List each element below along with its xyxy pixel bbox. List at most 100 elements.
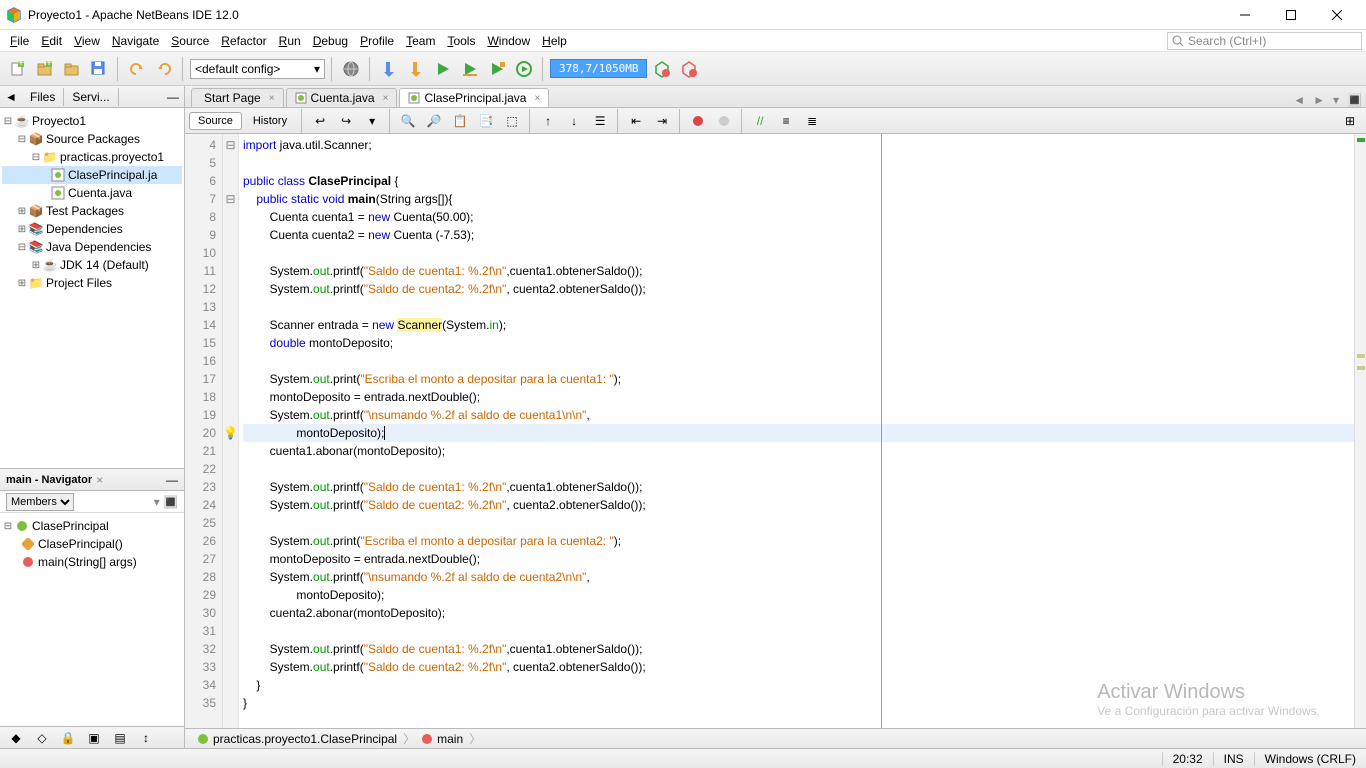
ed-btn-10[interactable]: ↓ (562, 109, 586, 133)
browser-button[interactable] (339, 57, 363, 81)
run-file-button[interactable] (512, 57, 536, 81)
menu-debug[interactable]: Debug (307, 32, 354, 50)
ed-btn-comment[interactable]: // (748, 109, 772, 133)
tree-dependencies[interactable]: ⊞📚Dependencies (2, 220, 182, 238)
clean-build-button[interactable] (404, 57, 428, 81)
build-button[interactable] (377, 57, 401, 81)
menu-help[interactable]: Help (536, 32, 573, 50)
gc-button-2[interactable] (677, 57, 701, 81)
ed-btn-5[interactable]: 🔎 (422, 109, 446, 133)
ed-btn-6[interactable]: 📋 (448, 109, 472, 133)
editor-tab[interactable]: Cuenta.java× (286, 88, 398, 107)
maximize-button[interactable] (1268, 0, 1314, 30)
tree-source-packages[interactable]: ⊟📦Source Packages (2, 130, 182, 148)
tree-package[interactable]: ⊟📁practicas.proyecto1 (2, 148, 182, 166)
profile-button[interactable] (485, 57, 509, 81)
editor-tab[interactable]: ClasePrincipal.java× (399, 88, 549, 107)
open-project-button[interactable] (60, 57, 84, 81)
nav-method-main[interactable]: main(String[] args) (2, 553, 182, 571)
ed-btn-12[interactable]: ⇤ (624, 109, 648, 133)
search-input[interactable]: Search (Ctrl+I) (1167, 32, 1362, 50)
menu-navigate[interactable]: Navigate (106, 32, 165, 50)
code-editor[interactable]: 4567891011121314151617181920212223242526… (185, 134, 1366, 728)
run-button[interactable] (431, 57, 455, 81)
tab-prev[interactable]: ◄ (1289, 93, 1309, 107)
ed-btn-record[interactable] (686, 109, 710, 133)
redo-button[interactable] (152, 57, 176, 81)
projects-tree[interactable]: ⊟☕Proyecto1 ⊟📦Source Packages ⊟📁practica… (0, 108, 184, 468)
filter-2[interactable]: ◇ (30, 726, 54, 750)
line-numbers[interactable]: 4567891011121314151617181920212223242526… (185, 134, 223, 728)
status-encoding[interactable]: Windows (CRLF) (1254, 752, 1366, 766)
status-ins[interactable]: INS (1213, 752, 1254, 766)
filter-5[interactable]: ▤ (108, 726, 132, 750)
fold-gutter[interactable]: ⊟ ⊟ 💡 (223, 134, 239, 728)
debug-button[interactable] (458, 57, 482, 81)
ed-btn-play[interactable] (712, 109, 736, 133)
menu-team[interactable]: Team (400, 32, 441, 50)
ed-btn-11[interactable]: ☰ (588, 109, 612, 133)
ed-btn-9[interactable]: ↑ (536, 109, 560, 133)
new-project-button[interactable]: + (33, 57, 57, 81)
gc-button[interactable] (650, 57, 674, 81)
panel-scroll-left[interactable]: ◄ (0, 90, 22, 104)
config-dropdown[interactable]: <default config>▾ (190, 59, 325, 79)
ed-btn-7[interactable]: 📑 (474, 109, 498, 133)
filter-1[interactable]: ◆ (4, 726, 28, 750)
ed-btn-format[interactable]: ≣ (800, 109, 824, 133)
ed-btn-uncomment[interactable]: ≡ (774, 109, 798, 133)
close-tab-icon[interactable]: × (534, 93, 540, 104)
tab-maximize[interactable]: 🔳 (1343, 93, 1366, 107)
navigator-tree[interactable]: ⊟ClasePrincipal ClasePrincipal() main(St… (0, 513, 184, 726)
tab-list[interactable]: ▾ (1329, 93, 1343, 107)
filter-4[interactable]: ▣ (82, 726, 106, 750)
ed-btn-8[interactable]: ⬚ (500, 109, 524, 133)
menu-tools[interactable]: Tools (441, 32, 481, 50)
services-tab[interactable]: Servi... (64, 88, 118, 106)
nav-constructor[interactable]: ClasePrincipal() (2, 535, 182, 553)
history-view-button[interactable]: History (244, 112, 296, 130)
ed-btn-13[interactable]: ⇥ (650, 109, 674, 133)
menu-refactor[interactable]: Refactor (215, 32, 272, 50)
close-button[interactable] (1314, 0, 1360, 30)
new-file-button[interactable]: + (6, 57, 30, 81)
breadcrumb-class[interactable]: practicas.proyecto1.ClasePrincipal (191, 732, 403, 746)
editor-tab[interactable]: Start Page× (191, 88, 284, 107)
ed-btn-2[interactable]: ↪ (334, 109, 358, 133)
close-tab-icon[interactable]: × (269, 93, 275, 104)
breadcrumb-method[interactable]: main (415, 732, 469, 746)
memory-indicator[interactable]: 378,7/1050MB (550, 59, 647, 78)
nav-class[interactable]: ⊟ClasePrincipal (2, 517, 182, 535)
minimize-button[interactable] (1222, 0, 1268, 30)
filter-3[interactable]: 🔒 (56, 726, 80, 750)
panel-minimize-button[interactable]: — (162, 90, 184, 104)
menu-file[interactable]: File (4, 32, 35, 50)
tree-project[interactable]: ⊟☕Proyecto1 (2, 112, 182, 130)
ed-btn-1[interactable]: ↩ (308, 109, 332, 133)
error-stripe[interactable] (1354, 134, 1366, 728)
menu-window[interactable]: Window (481, 32, 536, 50)
filter-6[interactable]: ↕ (134, 726, 158, 750)
save-all-button[interactable] (87, 57, 111, 81)
tree-java-dependencies[interactable]: ⊟📚Java Dependencies (2, 238, 182, 256)
tab-next[interactable]: ► (1309, 93, 1329, 107)
tree-file-claseprincipal[interactable]: ClasePrincipal.ja (2, 166, 182, 184)
ed-btn-4[interactable]: 🔍 (396, 109, 420, 133)
tree-file-cuenta[interactable]: Cuenta.java (2, 184, 182, 202)
close-tab-icon[interactable]: × (383, 93, 389, 104)
ed-btn-3[interactable]: ▾ (360, 109, 384, 133)
navigator-minimize[interactable]: — (166, 473, 178, 487)
source-view-button[interactable]: Source (189, 112, 242, 130)
ed-btn-split[interactable]: ⊞ (1338, 109, 1362, 133)
menu-profile[interactable]: Profile (354, 32, 400, 50)
tree-jdk[interactable]: ⊞☕JDK 14 (Default) (2, 256, 182, 274)
files-tab[interactable]: Files (22, 88, 64, 106)
menu-view[interactable]: View (68, 32, 106, 50)
code-area[interactable]: import java.util.Scanner; public class C… (239, 134, 1354, 728)
menu-run[interactable]: Run (273, 32, 307, 50)
tree-project-files[interactable]: ⊞📁Project Files (2, 274, 182, 292)
navigator-members-dropdown[interactable]: Members (6, 493, 74, 511)
menu-edit[interactable]: Edit (35, 32, 68, 50)
undo-button[interactable] (125, 57, 149, 81)
tree-test-packages[interactable]: ⊞📦Test Packages (2, 202, 182, 220)
